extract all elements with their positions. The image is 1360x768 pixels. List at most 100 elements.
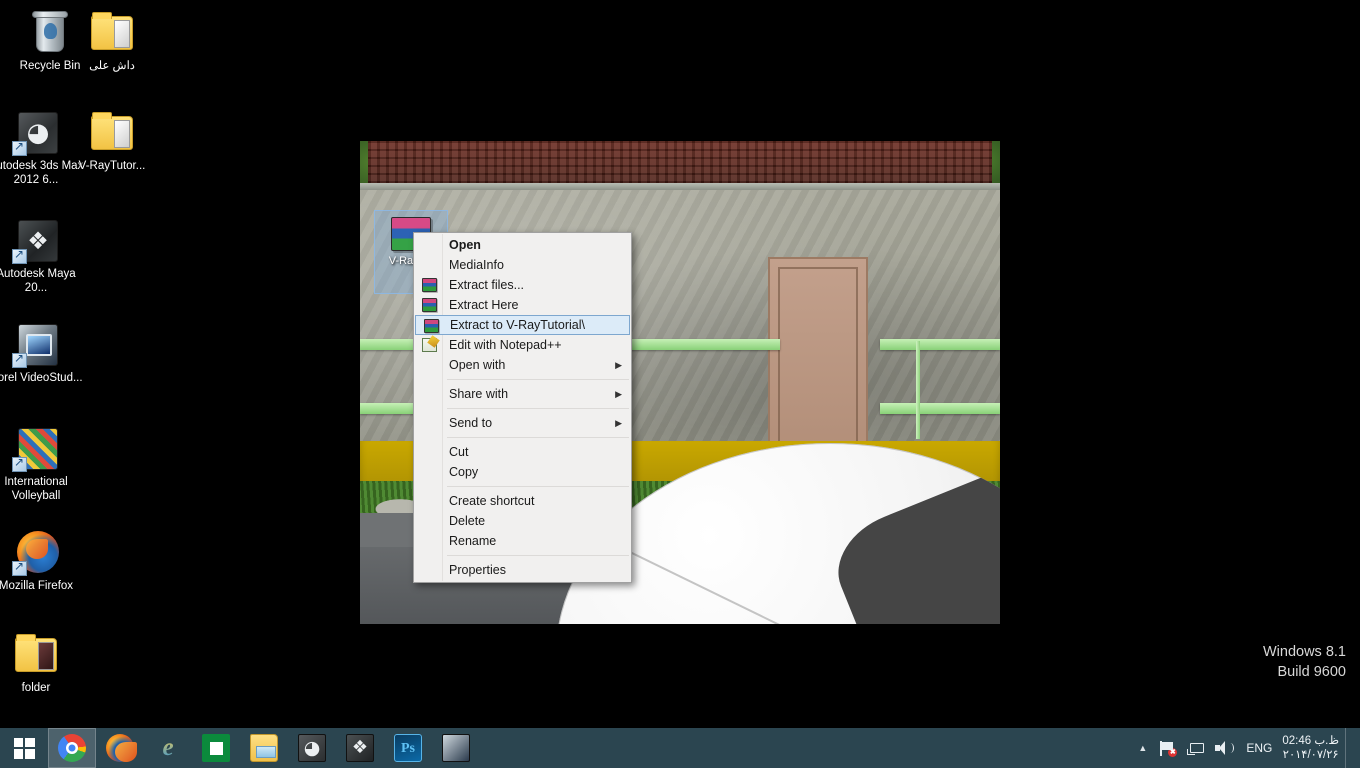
taskbar-firefox[interactable] <box>96 728 144 768</box>
desktop[interactable]: Recycle Bin داش على ◕ Autodesk 3ds Max 2… <box>0 0 1360 728</box>
desktop-icon-label: V-RayTutor... <box>78 160 146 172</box>
menu-item-label: MediaInfo <box>449 258 504 272</box>
shortcut-arrow-icon <box>12 455 27 472</box>
shortcut-arrow-icon <box>12 351 27 368</box>
clock-date: ۲۰۱۴/۰۷/۲۶ <box>1282 749 1339 761</box>
volume-button[interactable] <box>1209 728 1238 768</box>
menu-item-share-with[interactable]: Share with ▶ <box>414 384 631 404</box>
winrar-icon <box>424 319 439 333</box>
desktop-icon-autodesk-maya[interactable]: ❖ Autodesk Maya 20... <box>0 216 86 295</box>
clock[interactable]: 02:46 ظ.ب ۲۰۱۴/۰۷/۲۶ <box>1280 734 1345 762</box>
menu-item-open[interactable]: Open <box>414 235 631 255</box>
taskbar-ie[interactable]: e <box>144 728 192 768</box>
desktop-icon-label: Corel VideoStud... <box>0 372 83 384</box>
chevron-right-icon: ▶ <box>615 418 622 428</box>
desktop-icon-label: Autodesk Maya 20... <box>0 268 76 294</box>
menu-item-label: Cut <box>449 445 469 459</box>
menu-item-label: Edit with Notepad++ <box>449 338 562 352</box>
taskbar-3ds-max[interactable]: ◕ <box>288 728 336 768</box>
system-tray[interactable]: ▲ ✖ ENG 02:46 ظ.ب ۲۰۱۴/۰۷/۲۶ <box>1132 728 1360 768</box>
firefox-icon <box>12 528 60 576</box>
railing-upper-right <box>880 339 1000 350</box>
autodesk-maya-icon: ❖ <box>12 216 60 264</box>
network-icon <box>1187 741 1205 755</box>
menu-item-cut[interactable]: Cut <box>414 442 631 462</box>
menu-item-extract-to-folder[interactable]: Extract to V-RayTutorial\ <box>415 315 630 335</box>
chevron-right-icon: ▶ <box>615 360 622 370</box>
autodesk-3ds-max-icon: ◕ <box>298 734 326 762</box>
menu-item-label: Copy <box>449 465 479 479</box>
menu-item-extract-here[interactable]: Extract Here <box>414 295 631 315</box>
action-center-button[interactable]: ✖ <box>1153 728 1181 768</box>
taskbar-corel[interactable] <box>432 728 480 768</box>
windows-activation-watermark: Windows 8.1 Build 9600 <box>1263 642 1346 682</box>
menu-separator <box>447 379 629 380</box>
menu-separator <box>447 408 629 409</box>
desktop-icon-mozilla-firefox[interactable]: Mozilla Firefox <box>0 528 86 594</box>
menu-item-create-shortcut[interactable]: Create shortcut <box>414 491 631 511</box>
menu-item-label: Rename <box>449 534 497 548</box>
error-badge-icon: ✖ <box>1168 747 1178 757</box>
watermark-line-2: Build 9600 <box>1277 664 1346 680</box>
menu-separator <box>447 486 629 487</box>
firefox-icon <box>106 734 137 762</box>
menu-item-send-to[interactable]: Send to ▶ <box>414 413 631 433</box>
shortcut-arrow-icon <box>12 139 27 156</box>
menu-item-properties[interactable]: Properties <box>414 560 631 580</box>
menu-separator <box>447 555 629 556</box>
show-desktop-button[interactable] <box>1345 728 1352 768</box>
chrome-icon <box>58 734 86 762</box>
menu-separator <box>447 437 629 438</box>
store-icon <box>202 734 230 762</box>
context-menu[interactable]: Open MediaInfo Extract files... Extract … <box>413 232 632 583</box>
taskbar[interactable]: e ◕ ❖ Ps ▲ ✖ ENG 02:46 ظ.ب ۲۰۱۴/۰۷/۲۶ <box>0 728 1360 768</box>
menu-item-edit-with-notepadpp[interactable]: Edit with Notepad++ <box>414 335 631 355</box>
start-button[interactable] <box>0 728 48 768</box>
shortcut-arrow-icon <box>12 247 27 264</box>
menu-item-label: Open with <box>449 358 506 372</box>
language-indicator[interactable]: ENG <box>1238 741 1280 755</box>
watermark-line-1: Windows 8.1 <box>1262 644 1346 660</box>
taskbar-maya[interactable]: ❖ <box>336 728 384 768</box>
desktop-icon-label: Mozilla Firefox <box>0 580 74 592</box>
taskbar-chrome[interactable] <box>48 728 96 768</box>
menu-item-label: Open <box>449 238 481 252</box>
shortcut-arrow-icon <box>12 559 27 576</box>
menu-item-extract-files[interactable]: Extract files... <box>414 275 631 295</box>
desktop-icon-label: داش على <box>89 60 135 72</box>
desktop-icon-label: International Volleyball <box>4 476 68 502</box>
menu-item-rename[interactable]: Rename <box>414 531 631 551</box>
chevron-right-icon: ▶ <box>615 389 622 399</box>
desktop-icon-international-volleyball[interactable]: International Volleyball <box>0 424 86 503</box>
notepadpp-icon <box>422 338 437 352</box>
menu-item-copy[interactable]: Copy <box>414 462 631 482</box>
desktop-icon-corel-videostudio[interactable]: Corel VideoStud... <box>0 320 86 386</box>
winrar-icon <box>422 298 437 312</box>
taskbar-photoshop[interactable]: Ps <box>384 728 432 768</box>
desktop-icon-vray-tutorial-folder[interactable]: V-RayTutor... <box>62 108 162 174</box>
action-center-flag-icon: ✖ <box>1159 740 1178 757</box>
corel-videostudio-icon <box>12 320 60 368</box>
railing-post <box>916 341 920 439</box>
desktop-icon-folder-dash-ali[interactable]: داش على <box>62 8 162 74</box>
roof <box>368 141 992 183</box>
menu-item-mediainfo[interactable]: MediaInfo <box>414 255 631 275</box>
menu-item-label: Extract Here <box>449 298 519 312</box>
menu-item-label: Send to <box>449 416 493 430</box>
menu-item-open-with[interactable]: Open with ▶ <box>414 355 631 375</box>
chevron-up-icon: ▲ <box>1138 743 1148 753</box>
menu-item-label: Create shortcut <box>449 494 535 508</box>
autodesk-3ds-max-icon: ◕ <box>12 108 60 156</box>
photoshop-icon: Ps <box>394 734 422 762</box>
menu-item-delete[interactable]: Delete <box>414 511 631 531</box>
folder-icon <box>88 108 136 156</box>
volume-icon <box>1215 741 1235 755</box>
menu-item-label: Properties <box>449 563 506 577</box>
clock-time: 02:46 ظ.ب <box>1282 735 1339 747</box>
winrar-icon <box>422 278 437 292</box>
show-hidden-icons-button[interactable]: ▲ <box>1132 728 1153 768</box>
network-button[interactable] <box>1181 728 1209 768</box>
taskbar-file-explorer[interactable] <box>240 728 288 768</box>
desktop-icon-folder[interactable]: folder <box>0 630 86 696</box>
taskbar-store[interactable] <box>192 728 240 768</box>
